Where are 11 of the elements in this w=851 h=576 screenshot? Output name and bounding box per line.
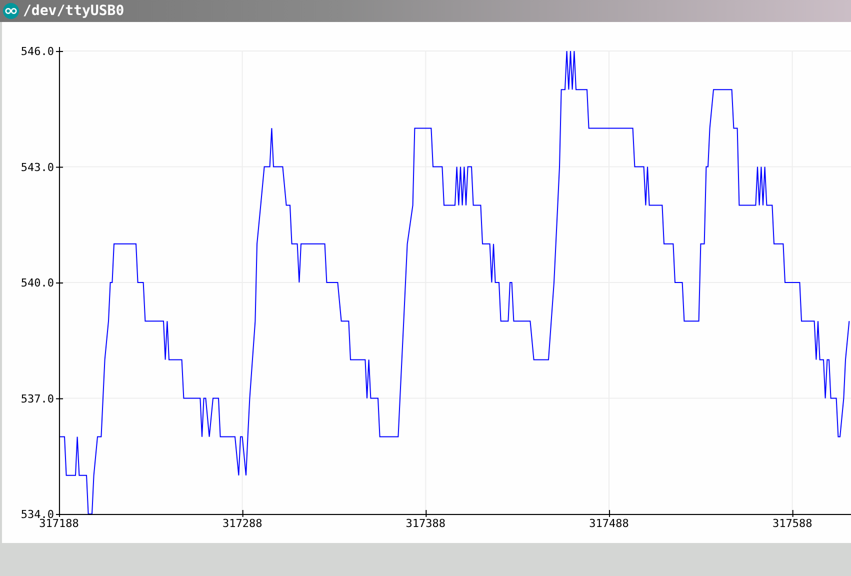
y-tick-label: 537.0	[20, 392, 54, 406]
y-tick-label: 540.0	[20, 276, 54, 290]
x-tick-label: 317588	[772, 517, 812, 530]
app-logo-icon	[3, 3, 19, 19]
x-tick-label: 317488	[589, 517, 629, 530]
x-tick-label: 317288	[222, 517, 262, 530]
x-tick-label: 317188	[39, 517, 79, 530]
x-tick-label: 317388	[406, 517, 446, 530]
window-title: /dev/ttyUSB0	[23, 3, 124, 19]
y-tick-label: 543.0	[20, 160, 54, 174]
y-tick-label: 546.0	[20, 45, 54, 58]
